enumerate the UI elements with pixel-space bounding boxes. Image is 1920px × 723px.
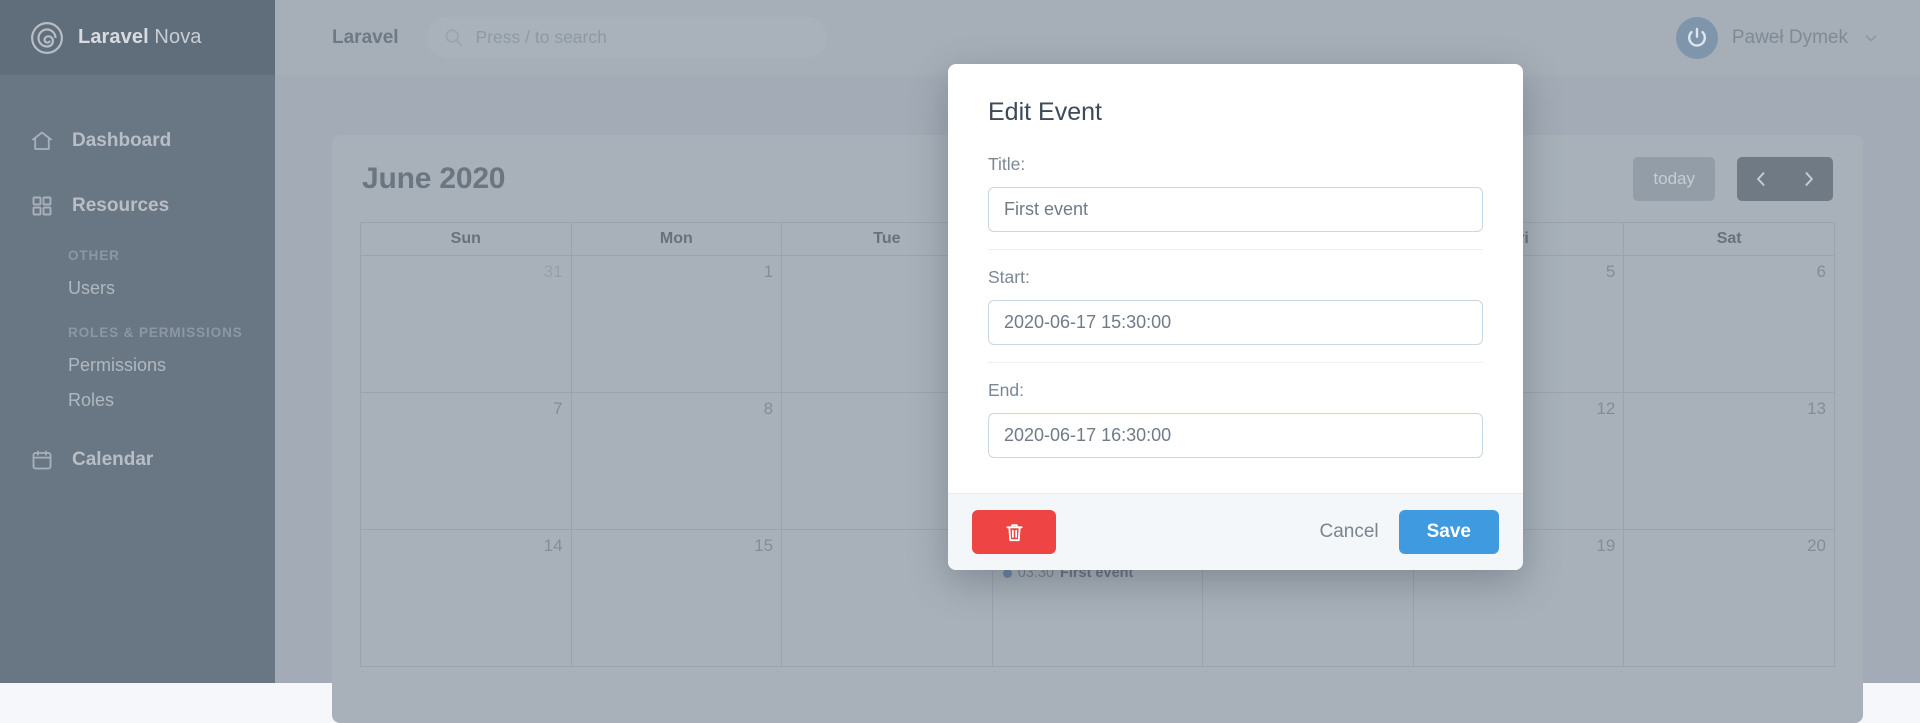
sidebar-logo-text: Laravel Nova xyxy=(78,26,202,49)
event-end-input[interactable] xyxy=(988,413,1483,458)
sidebar-item-label: Users xyxy=(68,278,116,298)
field-end-label: End: xyxy=(988,380,1024,400)
modal-body: Edit Event Title: Start: End: xyxy=(948,64,1523,493)
sidebar-section-other: OTHER xyxy=(68,248,120,263)
field-title: Title: xyxy=(988,154,1483,249)
grid-icon xyxy=(32,196,52,215)
cancel-button[interactable]: Cancel xyxy=(1299,521,1398,543)
sidebar-nav: Dashboard Resources OTHER Users ROLES & … xyxy=(0,75,275,483)
delete-event-button[interactable] xyxy=(972,510,1056,554)
main-content: Laravel Press / to search Paweł Dymek Ju… xyxy=(275,0,1920,723)
sidebar-item-label: Calendar xyxy=(72,448,154,470)
event-title-input[interactable] xyxy=(988,187,1483,232)
sidebar-logo[interactable]: Laravel Nova xyxy=(0,0,275,75)
sidebar-item-permissions[interactable]: Permissions xyxy=(0,348,275,383)
save-button[interactable]: Save xyxy=(1398,510,1499,554)
sidebar-item-resources[interactable]: Resources xyxy=(0,182,275,229)
modal-overlay[interactable]: Edit Event Title: Start: End: xyxy=(275,0,1920,683)
trash-icon xyxy=(1005,523,1023,541)
field-end: End: xyxy=(988,362,1483,475)
sidebar-item-roles[interactable]: Roles xyxy=(0,383,275,418)
sidebar: Laravel Nova Dashboard Resources OTHER U… xyxy=(0,0,275,683)
sidebar-item-label: Roles xyxy=(68,390,115,410)
sidebar-item-label: Resources xyxy=(72,194,170,216)
sidebar-item-users[interactable]: Users xyxy=(0,271,275,306)
field-start: Start: xyxy=(988,249,1483,362)
field-start-label: Start: xyxy=(988,267,1030,287)
logo-brand: Laravel xyxy=(78,26,149,48)
modal-title: Edit Event xyxy=(988,98,1102,126)
sidebar-item-dashboard[interactable]: Dashboard xyxy=(0,117,275,164)
edit-event-modal: Edit Event Title: Start: End: xyxy=(948,64,1523,570)
home-icon xyxy=(32,131,52,150)
modal-footer: Cancel Save xyxy=(948,493,1523,570)
event-start-input[interactable] xyxy=(988,300,1483,345)
sidebar-item-label: Permissions xyxy=(68,355,167,375)
logo-product: Nova xyxy=(154,26,202,48)
sidebar-section-roles-permissions: ROLES & PERMISSIONS xyxy=(68,325,243,340)
calendar-icon xyxy=(32,450,52,469)
sidebar-item-calendar[interactable]: Calendar xyxy=(0,436,275,483)
field-title-label: Title: xyxy=(988,154,1026,174)
laravel-nova-logo-icon xyxy=(31,21,63,54)
sidebar-item-label: Dashboard xyxy=(72,129,172,151)
